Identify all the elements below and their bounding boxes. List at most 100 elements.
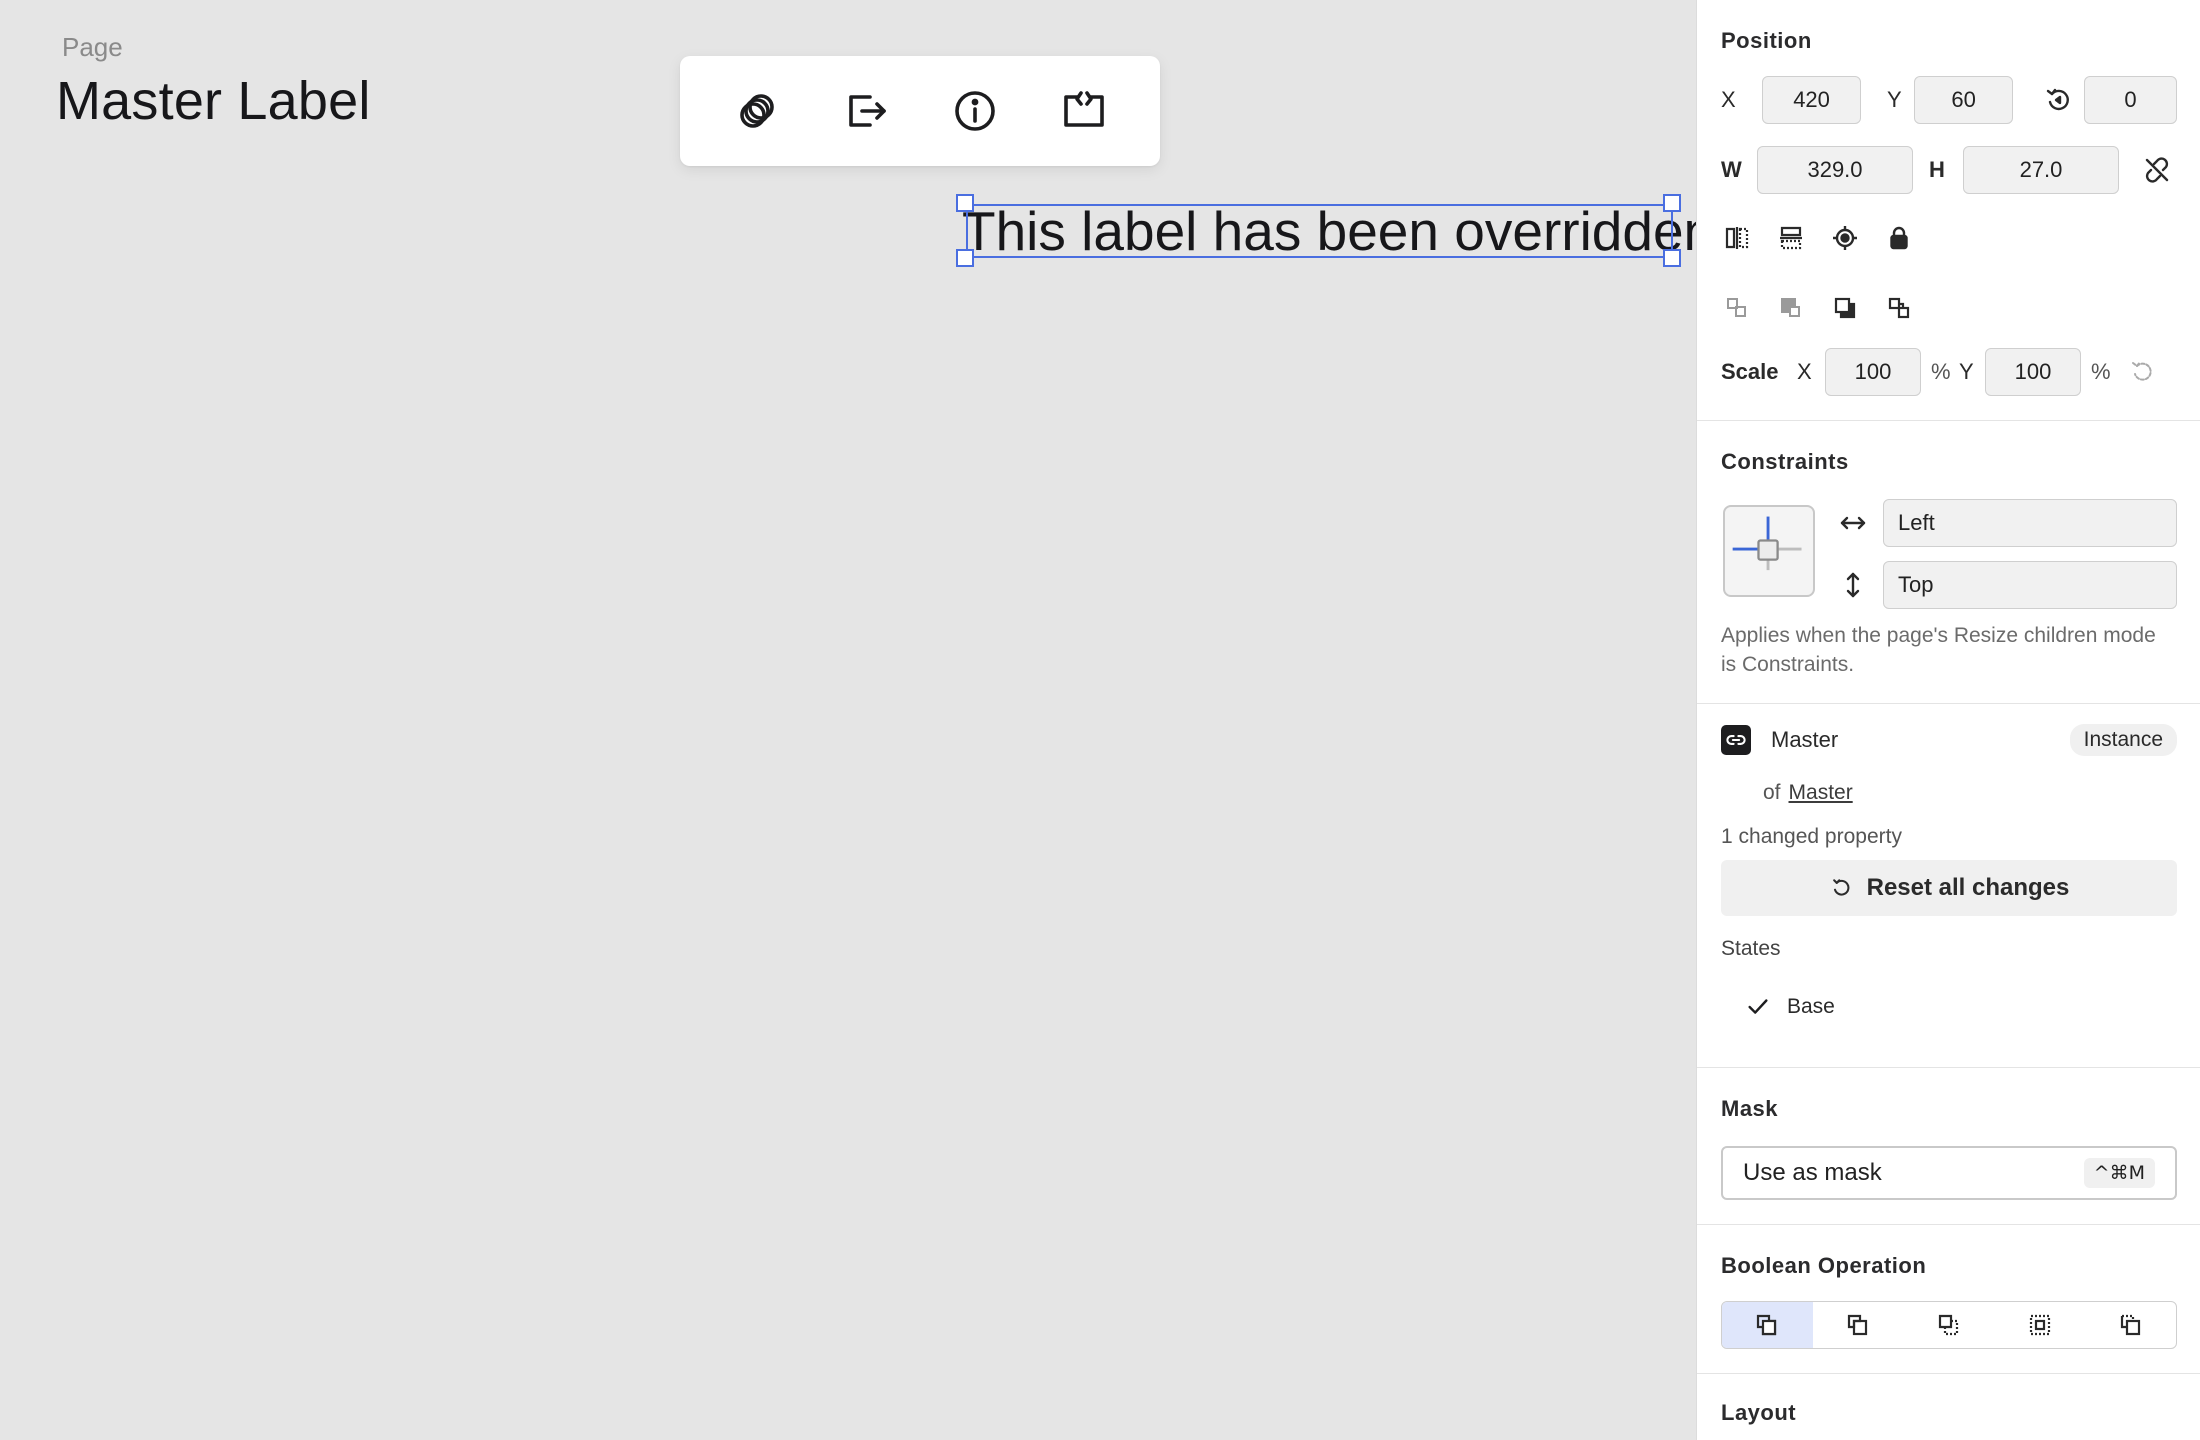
bring-forward-button[interactable] xyxy=(1717,288,1757,328)
boolean-section: Boolean Operation xyxy=(1697,1225,2200,1374)
vertical-arrows-icon xyxy=(1846,572,1860,598)
mask-shortcut: ^⌘M xyxy=(2083,1158,2155,1188)
bring-to-front-icon xyxy=(1834,297,1856,319)
resize-handle-bottom-left[interactable] xyxy=(956,249,974,267)
scale-x-field[interactable]: 100 xyxy=(1825,348,1921,396)
master-link[interactable]: Master xyxy=(1789,778,1853,807)
reset-icon xyxy=(1832,879,1850,896)
y-label: Y xyxy=(1887,87,1902,112)
scale-y-label: Y xyxy=(1959,359,1974,384)
flip-horizontal-button[interactable] xyxy=(1717,218,1757,258)
w-label: W xyxy=(1721,157,1742,182)
subtract-icon xyxy=(1848,1314,1868,1336)
center-button[interactable] xyxy=(1825,218,1865,258)
width-field[interactable]: 329.0 xyxy=(1757,146,1913,194)
code-frame-button[interactable] xyxy=(1048,75,1120,147)
constraints-note: Applies when the page's Resize children … xyxy=(1721,624,2156,676)
scale-x-label: X xyxy=(1797,359,1812,384)
state-item-base[interactable]: Base xyxy=(1745,994,1835,1020)
lock-button[interactable] xyxy=(1879,218,1919,258)
changed-properties-label: 1 changed property xyxy=(1721,825,1902,848)
page-title: Master Label xyxy=(56,71,371,131)
states-label: States xyxy=(1721,937,1781,960)
resize-handle-bottom-right[interactable] xyxy=(1663,249,1681,267)
mask-section: Mask Use as mask ^⌘M xyxy=(1697,1068,2200,1225)
y-field[interactable]: 60 xyxy=(1914,76,2014,124)
rotation-button[interactable] xyxy=(2039,80,2078,120)
constraints-title: Constraints xyxy=(1721,449,1849,474)
reset-all-changes-label: Reset all changes xyxy=(1866,874,2070,901)
boolean-operation-group xyxy=(1721,1301,2177,1349)
mask-title: Mask xyxy=(1721,1096,1779,1121)
code-frame-icon xyxy=(1063,91,1104,127)
boolean-title: Boolean Operation xyxy=(1721,1253,1927,1278)
send-to-back-button[interactable] xyxy=(1879,288,1919,328)
scale-y-field[interactable]: 100 xyxy=(1985,348,2081,396)
link-rings-icon xyxy=(739,94,774,128)
flatten-icon xyxy=(2120,1314,2140,1336)
link-rings-button[interactable] xyxy=(721,75,793,147)
inspector-panel: Position X 420 Y 60 0 W 329.0 H 27.0 Sca… xyxy=(1696,0,2200,1440)
lock-icon xyxy=(1890,226,1908,250)
of-label: of xyxy=(1763,781,1781,804)
unlink-icon xyxy=(2145,157,2169,183)
height-field[interactable]: 27.0 xyxy=(1963,146,2119,194)
boolean-intersect-button[interactable] xyxy=(1904,1302,1995,1348)
flip-vertical-button[interactable] xyxy=(1771,218,1811,258)
horizontal-constraint-icon-wrap xyxy=(1833,503,1873,543)
use-as-mask-label: Use as mask xyxy=(1743,1159,1882,1186)
component-name: Master xyxy=(1771,727,1839,752)
boolean-union-button[interactable] xyxy=(1722,1302,1813,1348)
send-backward-icon xyxy=(1781,298,1800,317)
x-label: X xyxy=(1721,87,1736,112)
instance-badge: Instance xyxy=(2069,724,2177,756)
boolean-exclude-button[interactable] xyxy=(1994,1302,2085,1348)
constrain-proportions-button[interactable] xyxy=(2137,150,2177,190)
position-title: Position xyxy=(1721,28,1812,53)
rotation-field[interactable]: 0 xyxy=(2083,76,2177,124)
position-section: Position X 420 Y 60 0 W 329.0 H 27.0 Sca… xyxy=(1697,0,2200,421)
h-label: H xyxy=(1929,157,1945,182)
component-icon-wrap xyxy=(1721,725,1751,755)
boolean-flatten-button[interactable] xyxy=(2085,1302,2176,1348)
horizontal-arrows-icon xyxy=(1840,516,1866,530)
scale-y-unit: % xyxy=(2091,359,2111,384)
send-backward-button[interactable] xyxy=(1771,288,1811,328)
union-icon xyxy=(1757,1314,1777,1336)
floating-toolbar xyxy=(680,56,1160,166)
intersect-icon xyxy=(1938,1314,1959,1336)
resize-handle-top-right[interactable] xyxy=(1663,194,1681,212)
bring-forward-icon xyxy=(1727,298,1746,317)
send-to-back-icon xyxy=(1888,297,1910,319)
info-icon xyxy=(954,91,995,131)
constraints-section: Constraints Left Top Applies when the pa… xyxy=(1697,421,2200,704)
selection-outline xyxy=(966,204,1673,258)
scale-label: Scale xyxy=(1721,359,1779,384)
page-label: Page xyxy=(62,32,123,62)
bring-to-front-button[interactable] xyxy=(1825,288,1865,328)
resize-handle-top-left[interactable] xyxy=(956,194,974,212)
reset-scale-icon xyxy=(2132,361,2152,381)
reset-scale-button[interactable] xyxy=(2123,352,2163,392)
layout-title: Layout xyxy=(1721,1400,1797,1425)
exit-button[interactable] xyxy=(830,75,902,147)
use-as-mask-button[interactable]: Use as mask ^⌘M xyxy=(1721,1146,2177,1200)
state-label-base: Base xyxy=(1787,995,1835,1018)
scale-x-unit: % xyxy=(1931,359,1951,384)
constraints-diagram xyxy=(1732,516,1802,571)
checkmark-icon xyxy=(1748,999,1768,1014)
canvas[interactable]: Page Master Label This label has been ov… xyxy=(0,0,1714,1440)
boolean-subtract-button[interactable] xyxy=(1813,1302,1904,1348)
horizontal-constraint-select[interactable]: Left xyxy=(1883,499,2177,547)
flip-vertical-icon xyxy=(1780,226,1802,250)
info-button[interactable] xyxy=(939,75,1011,147)
constraints-widget[interactable] xyxy=(1723,505,1815,597)
vertical-constraint-icon-wrap xyxy=(1833,565,1873,605)
vertical-constraint-select[interactable]: Top xyxy=(1883,561,2177,609)
layout-section: Layout xyxy=(1697,1374,2200,1440)
x-field[interactable]: 420 xyxy=(1762,76,1862,124)
reset-all-changes-button[interactable]: Reset all changes xyxy=(1721,860,2177,916)
flip-horizontal-icon xyxy=(1725,227,1749,249)
target-icon xyxy=(1833,226,1857,250)
component-section: Master Instance of Master 1 changed prop… xyxy=(1697,704,2200,1068)
